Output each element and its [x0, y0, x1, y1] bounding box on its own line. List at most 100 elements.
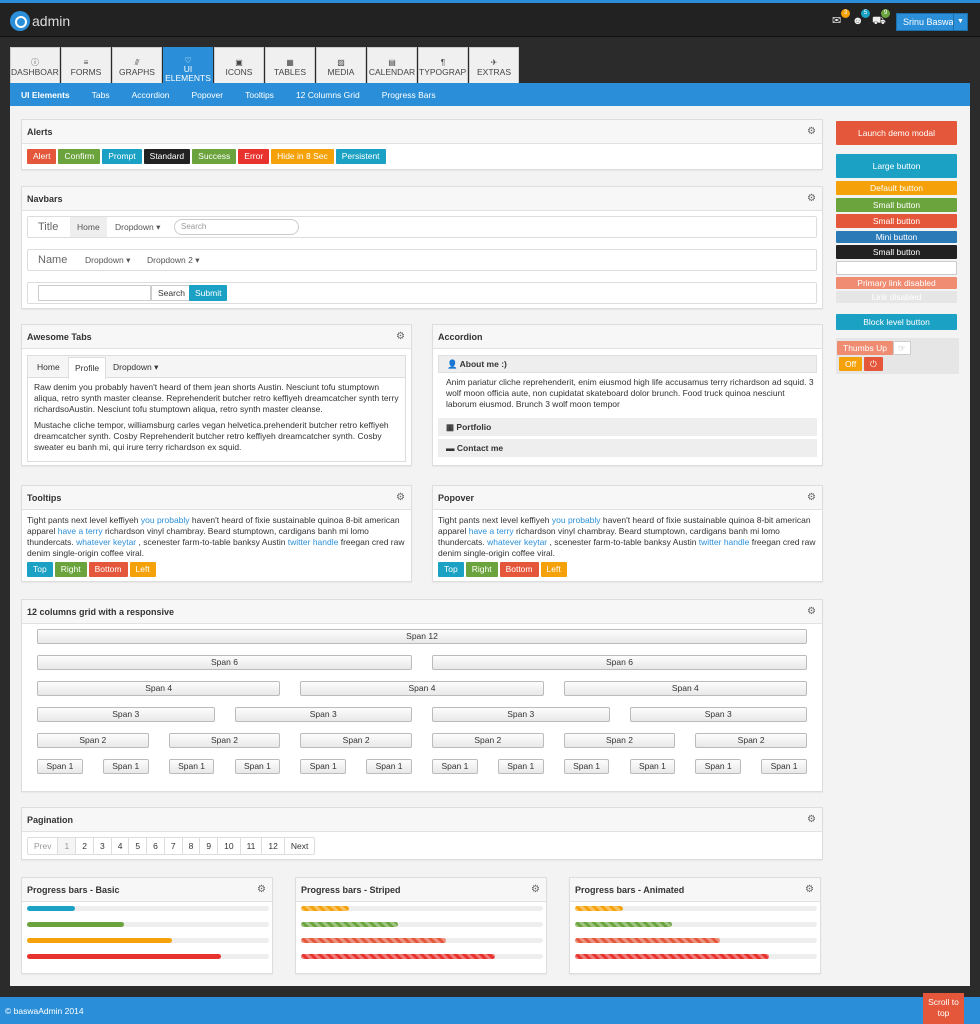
small-button-white[interactable]: Small button	[836, 261, 957, 275]
popover-link-3[interactable]: whatever keytar	[487, 537, 547, 547]
large-button[interactable]: Large button	[836, 154, 957, 178]
navbar-brand[interactable]: Title	[38, 221, 58, 233]
grid-s2-2[interactable]: Span 2	[300, 733, 412, 748]
subnav-grid[interactable]: 12 Columns Grid	[296, 90, 360, 100]
grid-s2-1[interactable]: Span 2	[168, 733, 281, 748]
nav-tab-3[interactable]: ♡ UI ELEMENTS	[163, 47, 213, 83]
grid-s1-3[interactable]: Span 1	[234, 759, 281, 774]
navbar-dropdown-1[interactable]: Dropdown ▾	[85, 255, 130, 266]
page-item-5[interactable]: 5	[129, 838, 148, 854]
tooltip-top-button[interactable]: Top	[27, 562, 53, 577]
user-notify-icon[interactable]: ☻ 5	[852, 9, 870, 27]
tab-profile[interactable]: Profile	[68, 357, 107, 379]
popover-top-button[interactable]: Top	[438, 562, 464, 577]
page-item-3[interactable]: 3	[94, 838, 112, 854]
grid-s1-5[interactable]: Span 1	[366, 759, 412, 774]
tab-home[interactable]: Home	[37, 362, 60, 372]
grid-s1-1[interactable]: Span 1	[102, 759, 149, 774]
popover-link-2[interactable]: have a terry	[469, 526, 514, 536]
persistent-button[interactable]: Persistent	[335, 149, 386, 164]
nav-tab-9[interactable]: ✈ EXTRAS	[469, 47, 519, 83]
tooltip-bottom-button[interactable]: Bottom	[88, 562, 128, 577]
thumbs-icon[interactable]: ☞	[893, 341, 911, 355]
alert-button[interactable]: Alert	[27, 149, 57, 164]
grid-s6-0[interactable]: Span 6	[37, 655, 412, 670]
launch-modal-button[interactable]: Launch demo modal	[836, 121, 957, 145]
page-item-10[interactable]: 10	[218, 838, 241, 854]
grid-s4-0[interactable]: Span 4	[37, 681, 281, 696]
nav-tab-5[interactable]: ▦ TABLES	[265, 47, 315, 83]
gear-icon[interactable]: ⚙	[807, 187, 816, 211]
navbar-brand-2[interactable]: Name	[38, 254, 67, 266]
page-item-8[interactable]: 8	[183, 838, 201, 854]
nav-tab-6[interactable]: ▨ MEDIA	[316, 47, 366, 83]
gear-icon[interactable]: ⚙	[807, 808, 816, 832]
page-item-11[interactable]: 11	[241, 838, 263, 854]
page-item-6[interactable]: 6	[147, 838, 165, 854]
popover-bottom-button[interactable]: Bottom	[499, 562, 539, 577]
gear-icon[interactable]: ⚙	[807, 486, 816, 510]
navbar-search-button[interactable]: Search	[151, 285, 192, 301]
grid-s1-6[interactable]: Span 1	[432, 759, 478, 774]
grid-s1-10[interactable]: Span 1	[695, 759, 742, 774]
power-icon[interactable]: ⏻	[864, 357, 883, 371]
navbar-dropdown[interactable]: Dropdown ▾	[115, 222, 160, 233]
navbar-form-input[interactable]	[38, 285, 151, 301]
confirm-button[interactable]: Confirm	[58, 149, 101, 164]
tooltip-link-2[interactable]: have a terry	[58, 526, 103, 536]
accordion-about[interactable]: 👤 About me :)	[438, 355, 817, 373]
grid-s1-2[interactable]: Span 1	[168, 759, 215, 774]
logo[interactable]: admin	[10, 11, 70, 31]
error-button[interactable]: Error	[238, 149, 270, 164]
grid-s1-0[interactable]: Span 1	[37, 759, 83, 774]
grid-s3-3[interactable]: Span 3	[629, 707, 807, 722]
grid-s3-2[interactable]: Span 3	[432, 707, 610, 722]
chevron-down-icon[interactable]: ▼	[953, 14, 967, 30]
user-menu-button[interactable]: Srinu Baswa ▼	[896, 13, 968, 31]
accordion-portfolio[interactable]: ▦ Portfolio	[438, 418, 817, 436]
page-item-4[interactable]: 4	[112, 838, 130, 854]
tooltip-link-1[interactable]: you probably	[141, 515, 190, 525]
grid-s3-1[interactable]: Span 3	[234, 707, 412, 722]
small-button-black[interactable]: Small button	[836, 245, 957, 259]
tab-dropdown[interactable]: Dropdown ▾	[113, 362, 158, 373]
standard-button[interactable]: Standard	[143, 149, 191, 164]
gear-icon[interactable]: ⚙	[257, 878, 266, 902]
block-level-button[interactable]: Block level button	[836, 314, 957, 330]
hide-8sec-button[interactable]: Hide in 8 Sec	[271, 149, 334, 164]
subnav-progress[interactable]: Progress Bars	[382, 90, 436, 100]
grid-s1-4[interactable]: Span 1	[300, 759, 347, 774]
navbar-home[interactable]: Home	[70, 217, 107, 237]
success-button[interactable]: Success	[192, 149, 237, 164]
grid-s1-7[interactable]: Span 1	[497, 759, 544, 774]
nav-tab-1[interactable]: ≡ FORMS	[61, 47, 111, 83]
prompt-button[interactable]: Prompt	[102, 149, 142, 164]
page-item-9[interactable]: 9	[200, 838, 219, 854]
page-item-13[interactable]: Next	[285, 838, 314, 854]
small-button-green[interactable]: Small button	[836, 198, 957, 212]
grid-s12-0[interactable]: Span 12	[37, 629, 807, 644]
grid-s1-9[interactable]: Span 1	[629, 759, 676, 774]
nav-tab-2[interactable]: ⫻ GRAPHS	[112, 47, 162, 83]
nav-tab-7[interactable]: ▤ CALENDAR	[367, 47, 417, 83]
grid-s1-11[interactable]: Span 1	[761, 759, 807, 774]
gear-icon[interactable]: ⚙	[531, 878, 540, 902]
small-button-red[interactable]: Small button	[836, 214, 957, 228]
gear-icon[interactable]: ⚙	[805, 878, 814, 902]
page-item-2[interactable]: 2	[76, 838, 94, 854]
subnav-ui-elements[interactable]: UI Elements	[21, 90, 70, 100]
tooltip-right-button[interactable]: Right	[54, 562, 87, 577]
off-toggle[interactable]: Off	[839, 357, 863, 371]
grid-s2-3[interactable]: Span 2	[432, 733, 544, 748]
popover-right-button[interactable]: Right	[465, 562, 498, 577]
page-item-0[interactable]: Prev	[28, 838, 59, 854]
tooltip-link-3[interactable]: whatever keytar	[76, 537, 136, 547]
page-item-1[interactable]: 1	[58, 838, 77, 854]
default-button[interactable]: Default button	[836, 181, 957, 195]
popover-link-4[interactable]: twitter handle	[699, 537, 750, 547]
gear-icon[interactable]: ⚙	[807, 120, 816, 144]
gear-icon[interactable]: ⚙	[807, 600, 816, 624]
accordion-contact[interactable]: ▬ Contact me	[438, 439, 817, 457]
navbar-dropdown-2[interactable]: Dropdown 2 ▾	[147, 255, 199, 266]
grid-s2-4[interactable]: Span 2	[563, 733, 676, 748]
